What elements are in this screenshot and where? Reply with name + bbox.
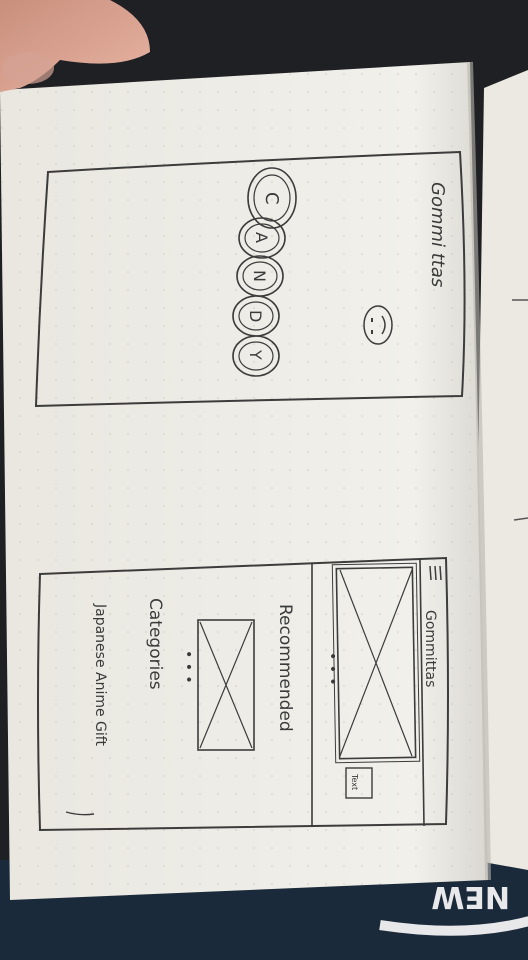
letter-n: N [250, 270, 269, 282]
header-title: Gommittas [422, 610, 438, 687]
splash-title: Gommi ttas [427, 182, 448, 287]
letter-d: D [246, 310, 265, 322]
letter-c: C [261, 192, 282, 205]
banner-pager-dots: • • • [324, 652, 340, 686]
recommended-label: Recommended [275, 604, 295, 732]
letter-y: Y [246, 349, 265, 360]
categories-label: Categories [145, 598, 165, 690]
notebook-photo: NEW Gommi ttas C A N D Y Gommittas Text … [0, 0, 528, 960]
shirt-text: NEW [431, 879, 510, 914]
recommended-pager-dots: • • • [180, 650, 196, 684]
category-item: Japanese Anime Gift [92, 603, 108, 746]
banner-tag-text: Text [350, 773, 359, 790]
letter-a: A [252, 232, 271, 243]
